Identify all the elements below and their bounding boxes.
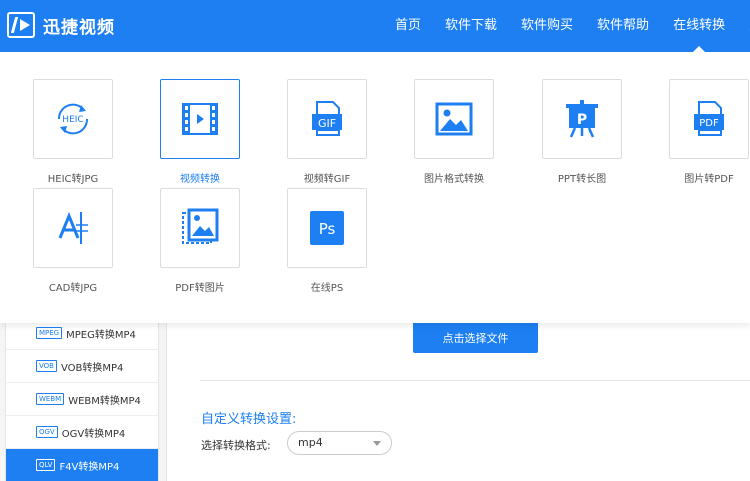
ppt-presentation-icon: P (566, 100, 598, 138)
caret-down-icon (373, 441, 381, 446)
brand-logo[interactable]: 迅捷视频 (7, 12, 115, 38)
sidebar-item-ogv[interactable]: OGV OGV转换MP4 (6, 416, 158, 449)
format-badge: QLV (36, 459, 56, 471)
format-sidebar: MPEG MPEG转换MP4 VOB VOB转换MP4 WEBM WEBM转换M… (5, 323, 159, 481)
tool-icon-box (160, 79, 240, 159)
tool-ppt-to-long-image[interactable]: P PPT转长图 (542, 79, 622, 185)
tool-icon-box (33, 188, 113, 268)
nav-item-about[interactable]: 关于 (737, 0, 750, 52)
tool-label: PPT转长图 (557, 174, 607, 185)
tool-image-to-pdf[interactable]: PDF 图片转PDF (669, 79, 749, 185)
nav-item-help[interactable]: 软件帮助 (585, 0, 661, 52)
svg-text:HEIC: HEIC (62, 115, 83, 125)
format-badge: OGV (36, 426, 58, 438)
sidebar-item-vob[interactable]: VOB VOB转换MP4 (6, 350, 158, 383)
top-header: 迅捷视频 首页 软件下载 软件购买 软件帮助 在线转换 关于 (0, 0, 750, 53)
svg-text:PDF: PDF (699, 118, 719, 129)
nav-item-purchase[interactable]: 软件购买 (509, 0, 585, 52)
tool-label: HEIC转JPG (47, 174, 99, 185)
tool-label: 在线PS (310, 283, 344, 294)
photoshop-icon: Ps (310, 211, 344, 245)
main-nav: 首页 软件下载 软件购买 软件帮助 在线转换 关于 (383, 0, 750, 53)
sidebar-item-label: OGV转换MP4 (61, 428, 126, 440)
format-select[interactable]: mp4 (287, 431, 392, 455)
video-logo-icon (7, 12, 35, 38)
brand-name: 迅捷视频 (43, 17, 115, 38)
tool-label: 视频转GIF (303, 174, 351, 185)
tool-icon-box: Ps (287, 188, 367, 268)
tool-label: 图片格式转换 (424, 174, 484, 185)
tool-icon-box: HEIC (33, 79, 113, 159)
tool-online-ps[interactable]: Ps 在线PS (287, 188, 367, 294)
tool-video-convert[interactable]: 视频转换 (160, 79, 240, 185)
tool-cad-to-jpg[interactable]: CAD转JPG (33, 188, 113, 294)
sidebar-item-label: MPEG转换MP4 (66, 329, 136, 341)
tool-label: CAD转JPG (48, 283, 98, 294)
svg-text:Ps: Ps (319, 220, 336, 238)
tool-pdf-to-image[interactable]: PDF转图片 (160, 188, 240, 294)
tool-heic-to-jpg[interactable]: HEIC HEIC转JPG (33, 79, 113, 185)
tool-icon-box (160, 188, 240, 268)
settings-title: 自定义转换设置: (201, 412, 297, 427)
tool-label: PDF转图片 (175, 283, 225, 294)
video-file-icon (182, 103, 218, 135)
sidebar-item-label: F4V转换MP4 (59, 461, 120, 473)
sidebar-item-webm[interactable]: WEBM WEBM转换MP4 (6, 383, 158, 416)
divider (200, 380, 750, 381)
format-badge: VOB (36, 360, 57, 372)
select-file-button[interactable]: 点击选择文件 (413, 323, 538, 353)
tool-video-to-gif[interactable]: GIF 视频转GIF (287, 79, 367, 185)
image-icon (435, 102, 473, 136)
sidebar-item-label: WEBM转换MP4 (68, 395, 141, 407)
pdf-to-image-icon (182, 208, 219, 244)
tool-label: 视频转换 (180, 174, 220, 185)
cad-text-icon (58, 212, 88, 244)
gif-file-icon: GIF (312, 101, 342, 136)
tool-label: 图片转PDF (684, 174, 734, 185)
tool-icon-box (414, 79, 494, 159)
convert-panel: 点击选择文件 自定义转换设置: 选择转换格式: mp4 (166, 323, 750, 481)
format-badge: MPEG (36, 327, 63, 339)
nav-item-download[interactable]: 软件下载 (433, 0, 509, 52)
svg-text:P: P (577, 112, 587, 128)
sidebar-item-label: VOB转换MP4 (60, 362, 124, 374)
tool-image-format[interactable]: 图片格式转换 (414, 79, 494, 185)
format-badge: WEBM (36, 393, 65, 405)
sidebar-item-f4v[interactable]: QLV F4V转换MP4 (6, 449, 158, 481)
svg-text:GIF: GIF (318, 117, 336, 130)
nav-item-online-convert[interactable]: 在线转换 (661, 0, 737, 53)
nav-item-home[interactable]: 首页 (383, 0, 433, 52)
pdf-printer-icon: PDF (694, 101, 724, 136)
heic-refresh-icon: HEIC (57, 103, 89, 135)
online-convert-dropdown: HEIC HEIC转JPG 视频转换 GIF 视频转GIF 图片格式转换 P P… (0, 52, 750, 323)
tool-icon-box: P (542, 79, 622, 159)
format-label: 选择转换格式: (201, 439, 271, 452)
tool-icon-box: PDF (669, 79, 749, 159)
tool-icon-box: GIF (287, 79, 367, 159)
format-select-value: mp4 (298, 436, 323, 449)
